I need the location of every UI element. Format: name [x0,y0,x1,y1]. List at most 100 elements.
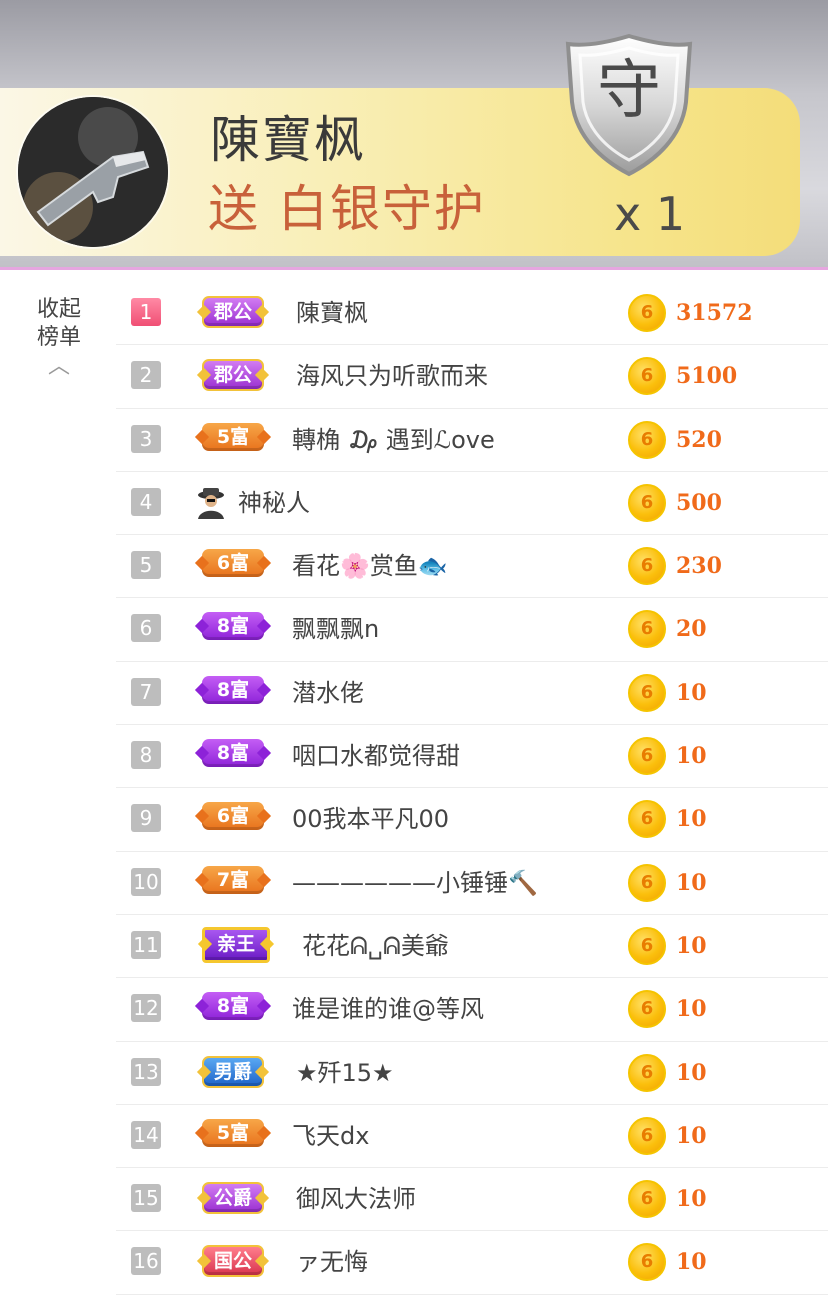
level-badge: 8富 [198,675,264,708]
gold-coin-icon: 6 [628,926,666,965]
coin-glyph: 6 [640,1124,654,1146]
gold-coin-icon: 6 [628,990,666,1029]
gift-banner: 陳寶枫 送 白银守护 守 x 1 [0,0,828,270]
level-badge-label: 国公 [202,1245,265,1278]
ranking-row[interactable]: 6 8富 飘飘飘n 6 20 [116,598,828,662]
level-badge: 公爵 [198,1182,265,1215]
chevron-up-icon: ︿ [47,354,70,379]
gold-coin-icon: 6 [628,357,666,396]
user-name[interactable]: 00我本平凡00 [292,802,449,836]
ranking-row[interactable]: 10 7富 ——————小锤锤🔨 6 10 [116,852,828,915]
contribution-amount: 10 [676,869,707,896]
gold-coin-icon: 6 [628,483,666,522]
rank-number: 5 [131,551,161,580]
contribution-amount: 10 [676,1059,707,1086]
collapse-label-line2: 榜单 [36,325,81,350]
gold-coin-icon: 6 [628,294,666,332]
level-badge: 5富 [198,1118,264,1151]
rank-number: 14 [131,1120,161,1149]
user-name[interactable]: 海风只为听歌而来 [296,359,488,393]
coin-glyph: 6 [640,808,654,830]
level-badge-label: 6富 [202,802,264,831]
rank-number: 9 [131,804,161,833]
level-badge: 亲王 [198,926,271,963]
level-badge: 8富 [198,612,264,644]
level-badge: 郡公 [198,296,265,328]
user-name[interactable]: 飘飘飘n [292,612,379,646]
gold-coin-icon: 6 [628,1116,666,1155]
ranking-row[interactable]: 13 男爵 ★歼15★ 6 10 [116,1042,828,1105]
rank-number: 6 [131,614,161,643]
coin-glyph: 6 [640,491,654,513]
rank-number: 2 [131,361,161,390]
user-name[interactable]: ★歼15★ [296,1056,394,1090]
sender-name: 陳寶枫 [210,111,366,169]
coin-glyph: 6 [640,618,654,640]
coin-glyph: 6 [640,745,654,767]
gold-coin-icon: 6 [628,1243,666,1282]
ranking-row[interactable]: 5 6富 看花🌸赏鱼🐟 6 230 [116,535,828,599]
gold-coin-icon: 6 [628,610,666,649]
ranking-row[interactable]: 14 5富 飞天dx 6 10 [116,1105,828,1169]
ranking-row[interactable]: 15 公爵 御风大法师 6 10 [116,1168,828,1232]
rank-number: 1 [131,298,161,326]
level-badge-label: 郡公 [202,359,265,392]
ranking-row[interactable]: 9 6富 00我本平凡00 6 10 [116,788,828,852]
rank-number: 4 [131,487,161,516]
contribution-amount: 10 [676,743,707,770]
contribution-amount: 5100 [676,363,738,390]
coin-glyph: 6 [640,934,654,956]
user-name[interactable]: 飞天dx [292,1119,369,1153]
level-badge-label: 6富 [202,549,264,578]
contribution-amount: 230 [676,553,722,580]
user-name[interactable]: 看花🌸赏鱼🐟 [292,549,448,583]
sender-avatar[interactable] [18,97,168,247]
collapse-ranking-button[interactable]: 收起 榜单 ︿ [30,296,88,378]
user-name[interactable]: 咽口水都觉得甜 [292,739,460,773]
user-name[interactable]: 谁是谁的谁@等风 [292,992,484,1026]
user-name[interactable]: 御风大法师 [296,1182,416,1216]
ranking-row[interactable]: 8 8富 咽口水都觉得甜 6 10 [116,725,828,789]
level-badge: 郡公 [198,359,265,392]
level-badge-label: 5富 [202,422,264,451]
user-name[interactable]: ァ无悔 [296,1245,368,1279]
rank-number: 16 [131,1247,161,1276]
ranking-row[interactable]: 4 神秘人 6 500 [116,472,828,536]
contribution-amount: 10 [676,1122,707,1149]
gold-coin-icon: 6 [628,800,666,839]
user-name[interactable]: 陳寶枫 [296,296,368,330]
contribution-amount: 10 [676,679,707,706]
rank-number: 15 [131,1184,161,1213]
level-badge-label: 8富 [202,675,264,704]
user-name[interactable]: 花花ᕱ␣ᕱ美爺 [302,929,449,963]
user-name[interactable]: 轉桷 ₯ 遇到ℒove [292,423,495,457]
rank-number: 11 [131,930,161,959]
gold-coin-icon: 6 [628,1180,666,1219]
ranking-row[interactable]: 2 郡公 海风只为听歌而来 6 5100 [116,345,828,409]
ranking-row[interactable]: 11 亲王 花花ᕱ␣ᕱ美爺 6 10 [116,915,828,979]
coin-glyph: 6 [640,302,654,323]
contribution-amount: 520 [676,426,722,453]
user-name[interactable]: 潜水佬 [292,676,364,710]
level-badge: 男爵 [198,1055,265,1088]
contribution-amount: 500 [676,489,722,516]
rank-number: 13 [131,1057,161,1086]
ranking-row[interactable]: 16 国公 ァ无悔 6 10 [116,1231,828,1295]
level-badge: 6富 [198,802,264,834]
coin-glyph: 6 [640,1251,654,1273]
gift-count: x 1 [614,187,686,241]
contribution-amount: 10 [676,1186,707,1213]
user-name[interactable]: 神秘人 [238,486,310,520]
ranking-row[interactable]: 1 郡公 陳寶枫 6 31572 [116,282,828,346]
level-badge: 5富 [198,422,264,455]
mystery-person-icon [198,487,224,519]
user-name[interactable]: ——————小锤锤🔨 [292,866,538,900]
level-badge-label: 8富 [202,612,264,641]
ranking-row[interactable]: 3 5富 轉桷 ₯ 遇到ℒove 6 520 [116,409,828,472]
coin-glyph: 6 [640,428,654,450]
ranking-row[interactable]: 12 8富 谁是谁的谁@等风 6 10 [116,978,828,1042]
level-badge-label: 8富 [202,992,264,1021]
contribution-amount: 10 [676,932,707,959]
coin-glyph: 6 [640,1188,654,1210]
ranking-row[interactable]: 7 8富 潜水佬 6 10 [116,662,828,726]
